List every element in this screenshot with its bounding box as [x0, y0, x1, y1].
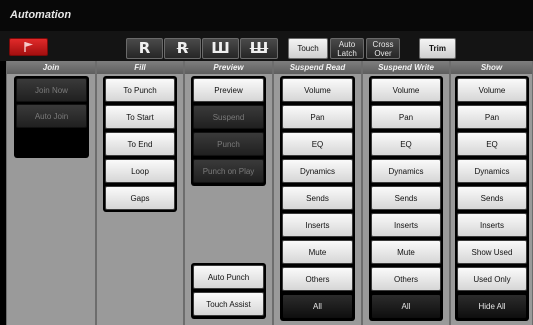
show-used-button[interactable]: Show Used [457, 240, 527, 264]
suspend-read-panel: Suspend Read Volume Pan EQ Dynamics Send… [273, 61, 362, 325]
preview-header: Preview [185, 61, 272, 74]
fill-panel: Fill To Punch To Start To End Loop Gaps [96, 61, 184, 325]
suspend-read-header: Suspend Read [274, 61, 361, 74]
suspend-write-mute-button[interactable]: Mute [371, 240, 441, 264]
suspend-write-others-button[interactable]: Others [371, 267, 441, 291]
cross-over-mode-label: Cross Over [372, 39, 394, 58]
write-enable-button[interactable]: Ш [202, 38, 239, 59]
automation-enable-button[interactable] [9, 38, 48, 56]
touch-mode-label: Touch [297, 44, 319, 53]
suspend-write-header: Suspend Write [363, 61, 449, 74]
fill-loop-button[interactable]: Loop [105, 159, 175, 183]
suspend-read-inserts-button[interactable]: Inserts [282, 213, 353, 237]
suspend-read-mute-button[interactable]: Mute [282, 240, 353, 264]
flag-icon [23, 42, 33, 52]
fill-to-punch-button[interactable]: To Punch [105, 78, 175, 102]
suspend-write-volume-button[interactable]: Volume [371, 78, 441, 102]
suspend-read-all-button[interactable]: All [282, 294, 353, 319]
write-w-strikethrough-icon: Ш [249, 39, 269, 57]
fill-header: Fill [97, 61, 183, 74]
suspend-button[interactable]: Suspend [193, 105, 264, 129]
punch-button[interactable]: Punch [193, 132, 264, 156]
show-pan-button[interactable]: Pan [457, 105, 527, 129]
trim-button[interactable]: Trim [419, 38, 456, 59]
show-used-only-button[interactable]: Used Only [457, 267, 527, 291]
show-inserts-button[interactable]: Inserts [457, 213, 527, 237]
suspend-write-dynamics-button[interactable]: Dynamics [371, 159, 441, 183]
suspend-write-eq-button[interactable]: EQ [371, 132, 441, 156]
suspend-read-volume-button[interactable]: Volume [282, 78, 353, 102]
punch-on-play-button[interactable]: Punch on Play [193, 159, 264, 183]
join-now-button[interactable]: Join Now [16, 78, 87, 102]
touch-assist-button[interactable]: Touch Assist [193, 292, 264, 316]
hide-all-button[interactable]: Hide All [457, 294, 527, 319]
suspend-write-all-button[interactable]: All [371, 294, 441, 319]
read-enable-button[interactable]: R [126, 38, 163, 59]
join-header: Join [7, 61, 95, 74]
read-r-icon: R [138, 39, 151, 57]
write-disable-button[interactable]: Ш [240, 38, 278, 59]
touch-mode-button[interactable]: Touch [288, 38, 328, 59]
auto-latch-mode-button[interactable]: Auto Latch [330, 38, 364, 59]
auto-join-button[interactable]: Auto Join [16, 104, 87, 128]
suspend-read-eq-button[interactable]: EQ [282, 132, 353, 156]
suspend-read-pan-button[interactable]: Pan [282, 105, 353, 129]
toolbar: R R Ш Ш Touch Auto Latch Cross Over Trim [0, 31, 533, 61]
suspend-write-panel: Suspend Write Volume Pan EQ Dynamics Sen… [362, 61, 450, 325]
show-volume-button[interactable]: Volume [457, 78, 527, 102]
suspend-write-sends-button[interactable]: Sends [371, 186, 441, 210]
title-bar: Automation [0, 0, 533, 31]
show-header: Show [451, 61, 532, 74]
auto-latch-mode-label: Auto Latch [337, 39, 357, 58]
suspend-read-dynamics-button[interactable]: Dynamics [282, 159, 353, 183]
suspend-write-inserts-button[interactable]: Inserts [371, 213, 441, 237]
preview-panel: Preview Preview Suspend Punch Punch on P… [184, 61, 273, 325]
auto-punch-button[interactable]: Auto Punch [193, 265, 264, 289]
read-r-strikethrough-icon: R [176, 39, 189, 57]
fill-to-end-button[interactable]: To End [105, 132, 175, 156]
fill-gaps-button[interactable]: Gaps [105, 186, 175, 210]
trim-label: Trim [429, 44, 446, 53]
write-w-icon: Ш [211, 39, 230, 57]
show-eq-button[interactable]: EQ [457, 132, 527, 156]
show-panel: Show Volume Pan EQ Dynamics Sends Insert… [450, 61, 533, 325]
window-title: Automation [10, 9, 72, 21]
suspend-write-pan-button[interactable]: Pan [371, 105, 441, 129]
suspend-read-sends-button[interactable]: Sends [282, 186, 353, 210]
preview-button[interactable]: Preview [193, 78, 264, 102]
read-disable-button[interactable]: R [164, 38, 201, 59]
show-dynamics-button[interactable]: Dynamics [457, 159, 527, 183]
suspend-read-others-button[interactable]: Others [282, 267, 353, 291]
cross-over-mode-button[interactable]: Cross Over [366, 38, 400, 59]
fill-to-start-button[interactable]: To Start [105, 105, 175, 129]
show-sends-button[interactable]: Sends [457, 186, 527, 210]
join-panel: Join Join Now Auto Join [6, 61, 96, 325]
